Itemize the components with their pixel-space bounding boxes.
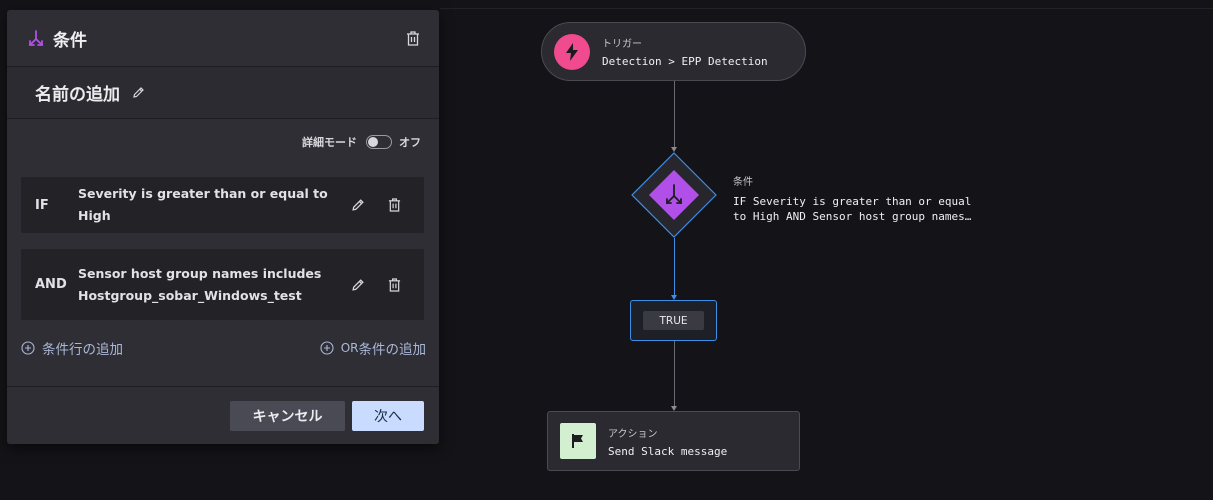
connector-trigger-condition xyxy=(674,81,675,149)
action-value: Send Slack message xyxy=(608,444,728,458)
panel-header: 条件 xyxy=(7,10,439,67)
trash-icon xyxy=(407,30,419,46)
plus-circle-icon xyxy=(21,341,35,355)
next-button[interactable]: 次へ xyxy=(352,401,424,431)
condition-name-row[interactable]: 名前の追加 xyxy=(7,67,439,119)
condition-summary-line1: IF Severity is greater than or equal xyxy=(733,195,972,208)
condition-name[interactable]: 名前の追加 xyxy=(35,80,120,105)
condition-text: Severity is greater than or equal to Hig… xyxy=(78,183,350,227)
add-or-label: 条件の追加 xyxy=(358,342,427,358)
add-or-prefix: OR xyxy=(340,341,359,355)
delete-condition-button[interactable] xyxy=(405,30,421,46)
add-or-condition-button[interactable]: OR 条件の追加 xyxy=(320,338,426,358)
trigger-label: トリガー xyxy=(602,39,642,50)
advanced-mode-toggle[interactable] xyxy=(366,135,392,149)
action-node[interactable]: アクション Send Slack message xyxy=(547,411,800,471)
condition-operator: IF xyxy=(35,197,49,213)
advanced-mode-state: オフ xyxy=(399,136,421,149)
toggle-knob xyxy=(368,137,378,147)
delete-condition-row-button[interactable] xyxy=(386,197,402,213)
connector-condition-true xyxy=(674,238,675,296)
condition-row: IF Severity is greater than or equal to … xyxy=(21,177,424,233)
connector-true-action xyxy=(674,341,675,407)
panel-title: 条件 xyxy=(53,30,87,51)
branch-icon xyxy=(27,29,45,47)
panel-footer: キャンセル 次へ xyxy=(7,386,439,444)
plus-circle-icon xyxy=(320,341,334,355)
condition-summary: 条件 IF Severity is greater than or equal … xyxy=(733,173,971,224)
condition-text: Sensor host group names includes Hostgro… xyxy=(78,263,350,307)
edit-condition-button[interactable] xyxy=(350,197,366,213)
pencil-icon xyxy=(352,278,364,291)
advanced-mode-toggle-row: 詳細モード オフ xyxy=(302,134,421,150)
edit-condition-button[interactable] xyxy=(350,277,366,293)
delete-condition-row-button[interactable] xyxy=(386,277,402,293)
flag-icon xyxy=(560,423,596,459)
true-label: TRUE xyxy=(643,311,704,330)
condition-panel: 条件 名前の追加 詳細モード オフ IF Severity is greater… xyxy=(7,10,439,444)
trash-icon xyxy=(388,198,400,212)
canvas-divider xyxy=(440,8,1213,9)
pencil-icon xyxy=(132,87,144,98)
condition-text-line: Sensor host group names includes xyxy=(78,265,322,281)
condition-operator: AND xyxy=(35,277,67,292)
condition-text-line: Severity is greater than or equal to Hig… xyxy=(78,186,328,223)
pencil-icon xyxy=(352,199,364,211)
advanced-mode-label: 詳細モード xyxy=(302,136,357,149)
condition-node-label: 条件 xyxy=(733,177,753,188)
trigger-node[interactable]: トリガー Detection > EPP Detection xyxy=(541,22,806,81)
edit-name-button[interactable] xyxy=(130,85,146,101)
trash-icon xyxy=(388,277,400,292)
trigger-value: Detection > EPP Detection xyxy=(602,55,768,68)
add-condition-row-button[interactable]: 条件行の追加 xyxy=(21,338,123,358)
lightning-icon xyxy=(554,33,590,70)
condition-node[interactable] xyxy=(631,152,717,238)
condition-row: AND Sensor host group names includes Hos… xyxy=(21,249,424,320)
cancel-button[interactable]: キャンセル xyxy=(230,401,345,431)
condition-text-line: Hostgroup_sobar_Windows_test xyxy=(78,287,302,303)
action-label: アクション xyxy=(608,428,658,440)
add-condition-row-label: 条件行の追加 xyxy=(42,342,123,358)
condition-summary-line2: to High AND Sensor host group names… xyxy=(733,210,972,223)
true-branch-node[interactable]: TRUE xyxy=(630,300,717,341)
panel-body: 詳細モード オフ IF Severity is greater than or … xyxy=(7,119,439,387)
